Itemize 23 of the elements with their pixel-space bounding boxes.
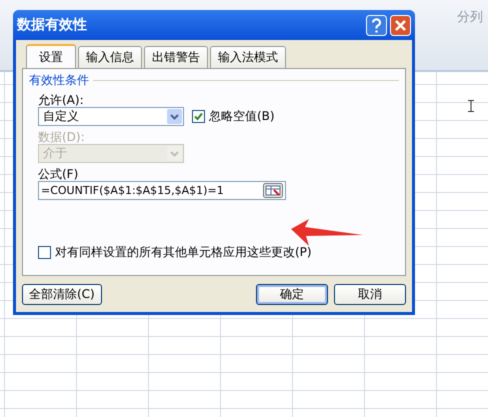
ignore-blank-checkbox[interactable]: 忽略空值(B) <box>192 108 275 125</box>
cancel-button[interactable]: 取消 <box>334 284 406 305</box>
clear-all-button[interactable]: 全部清除(C) <box>22 284 102 305</box>
help-icon[interactable] <box>366 14 387 36</box>
tab[interactable]: 输入信息 <box>78 46 142 68</box>
allow-dropdown[interactable]: 自定义 <box>38 107 184 126</box>
section-title: 有效性条件 <box>29 72 89 89</box>
field-label: 数据(D): <box>38 130 86 144</box>
tab[interactable]: 输入法模式 <box>210 46 286 68</box>
arrow-icon <box>291 219 363 247</box>
range-picker-icon[interactable] <box>263 183 283 198</box>
tab[interactable]: 出错警告 <box>144 46 208 68</box>
window-title: 数据有效性 <box>17 16 88 34</box>
text-cursor-icon <box>468 100 474 112</box>
close-icon[interactable] <box>390 14 411 36</box>
checkmark-icon <box>193 111 204 122</box>
ok-button[interactable]: 确定 <box>256 284 328 305</box>
field-label: 公式(F) <box>38 167 80 181</box>
tab[interactable]: 设置 <box>26 44 76 68</box>
apply-all-checkbox[interactable]: 对有同样设置的所有其他单元格应用这些更改(P) <box>38 244 399 261</box>
formula-field[interactable]: =COUNTIF($A$1:$A$15,$A$1)=1 <box>38 181 286 200</box>
chevron-down-icon[interactable] <box>170 114 179 120</box>
field-label: 允许(A): <box>38 93 85 107</box>
